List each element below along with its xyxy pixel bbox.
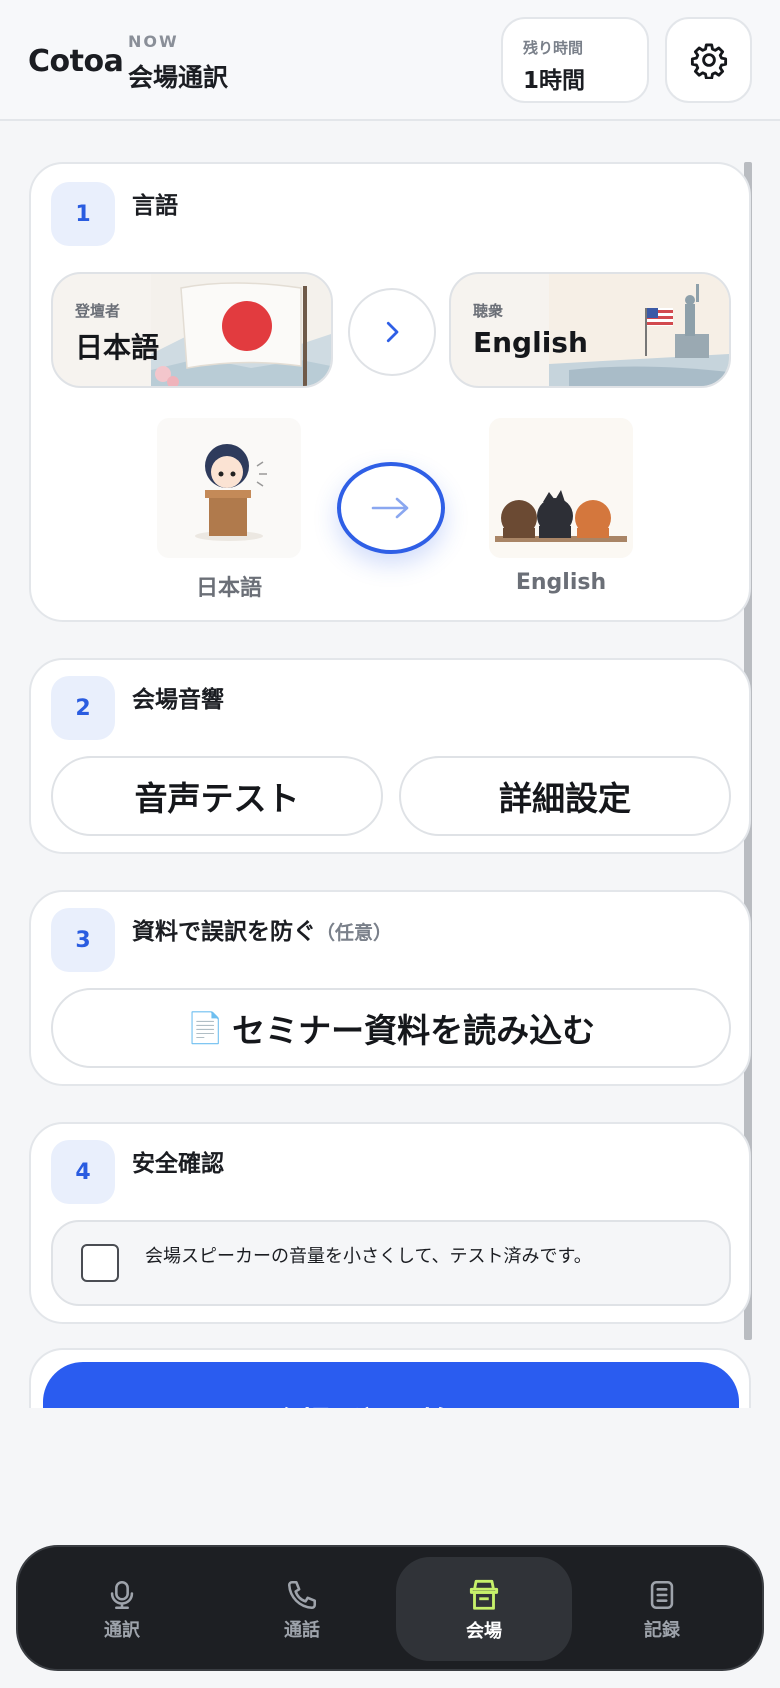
- interpretation-direction-indicator[interactable]: [337, 462, 445, 554]
- step-title: 資料で誤訳を防ぐ（任意）: [132, 912, 392, 946]
- nav-item-interpret[interactable]: 通訳: [34, 1547, 210, 1673]
- nav-item-records[interactable]: 記録: [574, 1547, 750, 1673]
- audience-illustration: [489, 418, 633, 558]
- nav-label: 通訳: [104, 1620, 140, 1641]
- document-icon: 📄: [186, 1010, 225, 1046]
- step-card-safety-check: 4 安全確認 会場スピーカーの音量を小さくして、テスト済みです。: [29, 1122, 751, 1324]
- gear-icon: [690, 43, 727, 79]
- arrow-right-icon: [371, 497, 409, 519]
- bottom-navigation: 通訳 通話 会場 記録: [16, 1545, 764, 1671]
- nav-label: 記録: [644, 1620, 680, 1641]
- start-interpretation-button[interactable]: 会場通訳を始める: [43, 1362, 739, 1408]
- mic-icon: [110, 1580, 134, 1610]
- chevron-right-icon: [386, 321, 399, 343]
- app-header: Cotoa NOW 会場通訳 残り時間 1時間: [0, 0, 780, 121]
- speaker-caption: 日本語: [195, 576, 262, 601]
- podium-icon: [469, 1579, 499, 1610]
- step-card-materials: 3 資料で誤訳を防ぐ（任意） 📄 セミナー資料を読み込む: [29, 890, 751, 1086]
- step-number-badge: 1: [51, 182, 115, 246]
- audience-role-label: 聴衆: [473, 302, 504, 320]
- nav-label: 通話: [284, 1620, 320, 1641]
- step-title: 会場音響: [132, 687, 224, 713]
- nav-item-call[interactable]: 通話: [214, 1547, 390, 1673]
- step-number-badge: 4: [51, 1140, 115, 1204]
- speaker-role-label: 登壇者: [75, 302, 121, 320]
- step-title-text: 資料で誤訳を防ぐ: [132, 919, 316, 945]
- advanced-settings-button[interactable]: 詳細設定: [399, 756, 731, 836]
- optional-label: （任意）: [316, 922, 393, 944]
- audience-language-name: English: [473, 326, 588, 359]
- remaining-time-value: 1時間: [523, 68, 586, 94]
- japan-flag-illustration: [151, 274, 331, 386]
- mode-value: 会場通訳: [128, 63, 229, 92]
- mode-label: NOW: [128, 32, 179, 51]
- step-number-badge: 3: [51, 908, 115, 972]
- start-card: 会場通訳を始める: [29, 1348, 751, 1408]
- audience-language-selector[interactable]: 聴衆 English: [449, 272, 731, 388]
- confirmation-checkbox[interactable]: [81, 1244, 119, 1282]
- remaining-time-label: 残り時間: [523, 39, 584, 57]
- step-title: 言語: [132, 193, 178, 219]
- speaker-volume-confirmation[interactable]: 会場スピーカーの音量を小さくして、テスト済みです。: [51, 1220, 731, 1306]
- step-card-language: 1 言語 登壇者 日本語 聴衆 English 日本語 English: [29, 162, 751, 622]
- nav-item-venue[interactable]: 会場: [396, 1557, 572, 1661]
- step-title: 安全確認: [132, 1151, 224, 1177]
- phone-icon: [287, 1580, 317, 1610]
- audio-test-button[interactable]: 音声テスト: [51, 756, 383, 836]
- venue-interpretation-screen: Cotoa NOW 会場通訳 残り時間 1時間 1 言語 登壇者 日本語 聴衆 …: [0, 0, 780, 1688]
- audience-caption: English: [515, 570, 607, 595]
- speaker-language-name: 日本語: [75, 331, 160, 364]
- confirmation-label: 会場スピーカーの音量を小さくして、テスト済みです。: [145, 1246, 592, 1267]
- load-seminar-materials-button[interactable]: 📄 セミナー資料を読み込む: [51, 988, 731, 1068]
- remaining-time-chip[interactable]: 残り時間 1時間: [501, 17, 649, 103]
- nav-label: 会場: [466, 1621, 502, 1642]
- step-card-venue-audio: 2 会場音響 音声テスト 詳細設定: [29, 658, 751, 854]
- step-number-badge: 2: [51, 676, 115, 740]
- load-materials-label: セミナー資料を読み込む: [232, 1011, 596, 1050]
- language-direction-button[interactable]: [348, 288, 436, 376]
- brand-logo: Cotoa: [28, 44, 124, 79]
- speaker-illustration: [157, 418, 301, 558]
- speaker-language-selector[interactable]: 登壇者 日本語: [51, 272, 333, 388]
- notes-icon: [650, 1580, 674, 1610]
- settings-button[interactable]: [665, 17, 752, 103]
